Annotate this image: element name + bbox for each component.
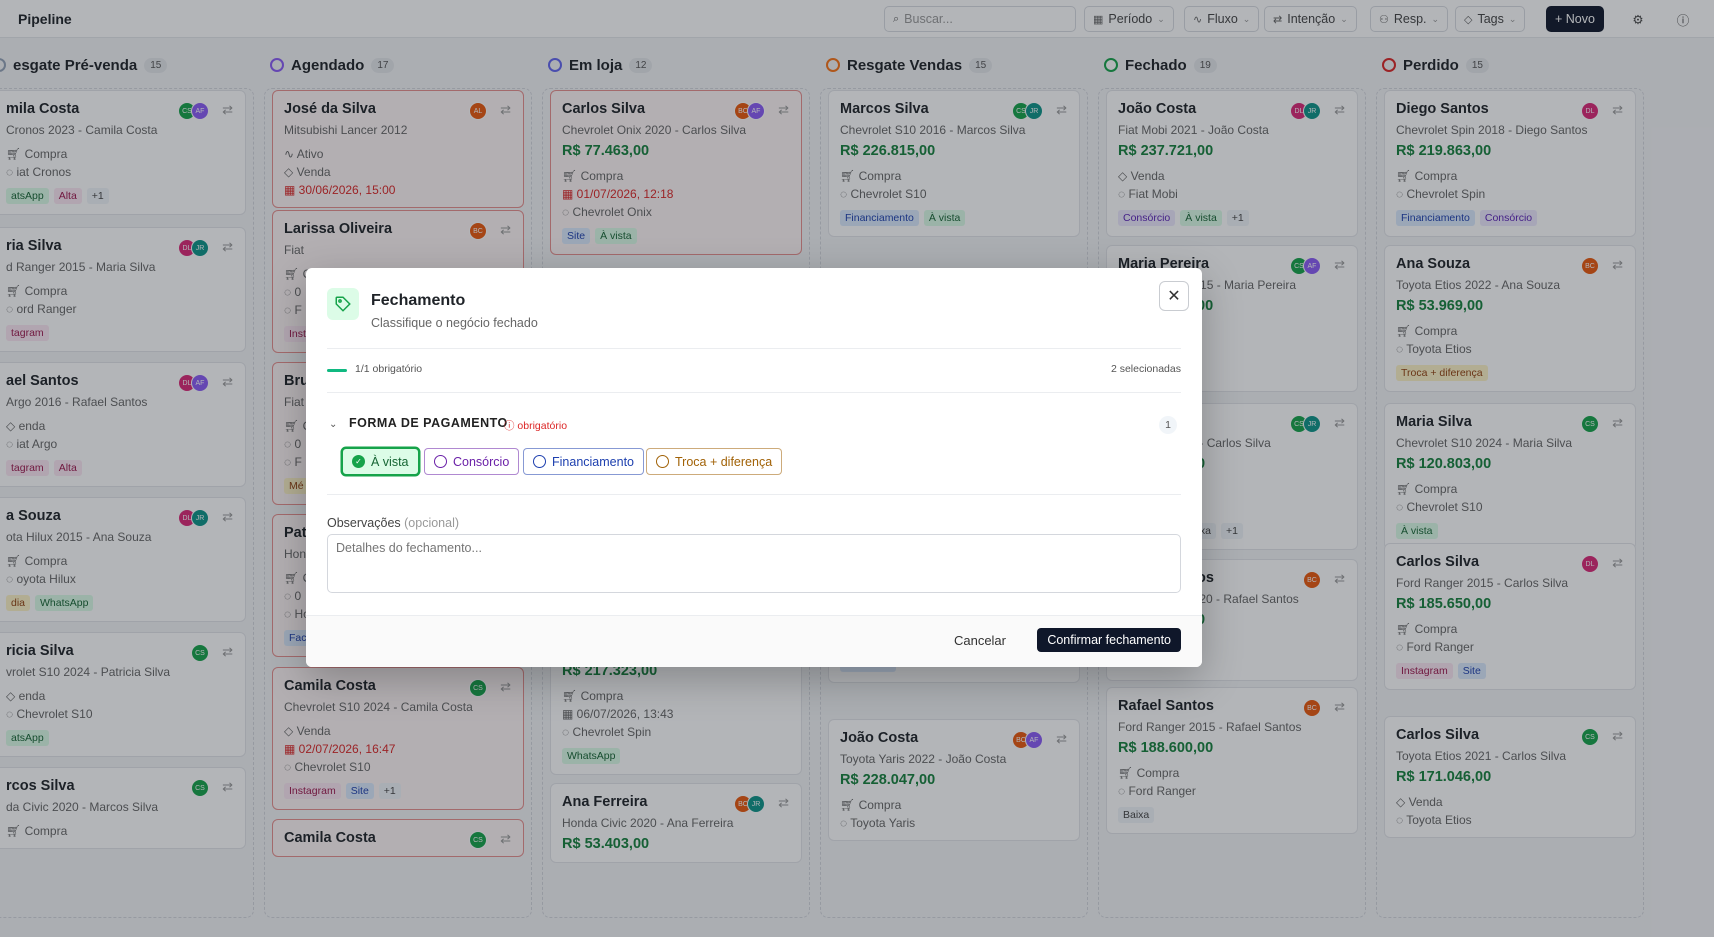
progress-label: 1/1 obrigatório xyxy=(355,363,423,375)
check-icon: ✓ xyxy=(352,455,365,468)
notes-label: Observações (opcional) xyxy=(327,516,459,530)
modal-footer: Cancelar Confirmar fechamento xyxy=(306,615,1202,667)
option-label: Troca + diferença xyxy=(675,454,773,469)
progress-bar xyxy=(327,369,347,372)
payment-option-troca-diferen-a[interactable]: Troca + diferença xyxy=(646,448,783,475)
confirm-button[interactable]: Confirmar fechamento xyxy=(1037,628,1181,652)
modal-title: Fechamento xyxy=(371,292,466,309)
payment-option-financiamento[interactable]: Financiamento xyxy=(523,448,644,475)
chevron-down-icon[interactable]: ⌄ xyxy=(329,419,337,430)
notes-optional: (opcional) xyxy=(404,516,460,530)
divider xyxy=(327,494,1181,495)
payment-option-cons-rcio[interactable]: Consórcio xyxy=(424,448,520,475)
notes-label-text: Observações xyxy=(327,516,401,530)
section-count: 1 xyxy=(1159,416,1177,434)
selected-count: 2 selecionadas xyxy=(1110,363,1181,375)
option-label: Consórcio xyxy=(453,454,510,469)
alert-icon: ⓘ xyxy=(504,420,518,432)
payment-option--vista[interactable]: ✓ À vista xyxy=(342,448,419,475)
notes-textarea[interactable] xyxy=(327,534,1181,593)
radio-icon xyxy=(656,455,669,468)
required-badge: ⓘ obrigatório xyxy=(504,418,567,433)
divider xyxy=(327,392,1181,393)
option-label: Financiamento xyxy=(552,454,634,469)
modal-subtitle: Classifique o negócio fechado xyxy=(371,316,538,330)
close-icon[interactable]: ✕ xyxy=(1159,281,1189,311)
fechamento-modal: Fechamento Classifique o negócio fechado… xyxy=(306,268,1202,667)
radio-icon xyxy=(434,455,447,468)
tag-icon xyxy=(327,288,359,320)
cancel-button[interactable]: Cancelar xyxy=(954,633,1006,648)
required-label: obrigatório xyxy=(517,420,568,432)
option-label: À vista xyxy=(371,454,409,469)
radio-icon xyxy=(533,455,546,468)
section-title[interactable]: FORMA DE PAGAMENTO xyxy=(349,416,508,430)
divider xyxy=(327,348,1181,349)
